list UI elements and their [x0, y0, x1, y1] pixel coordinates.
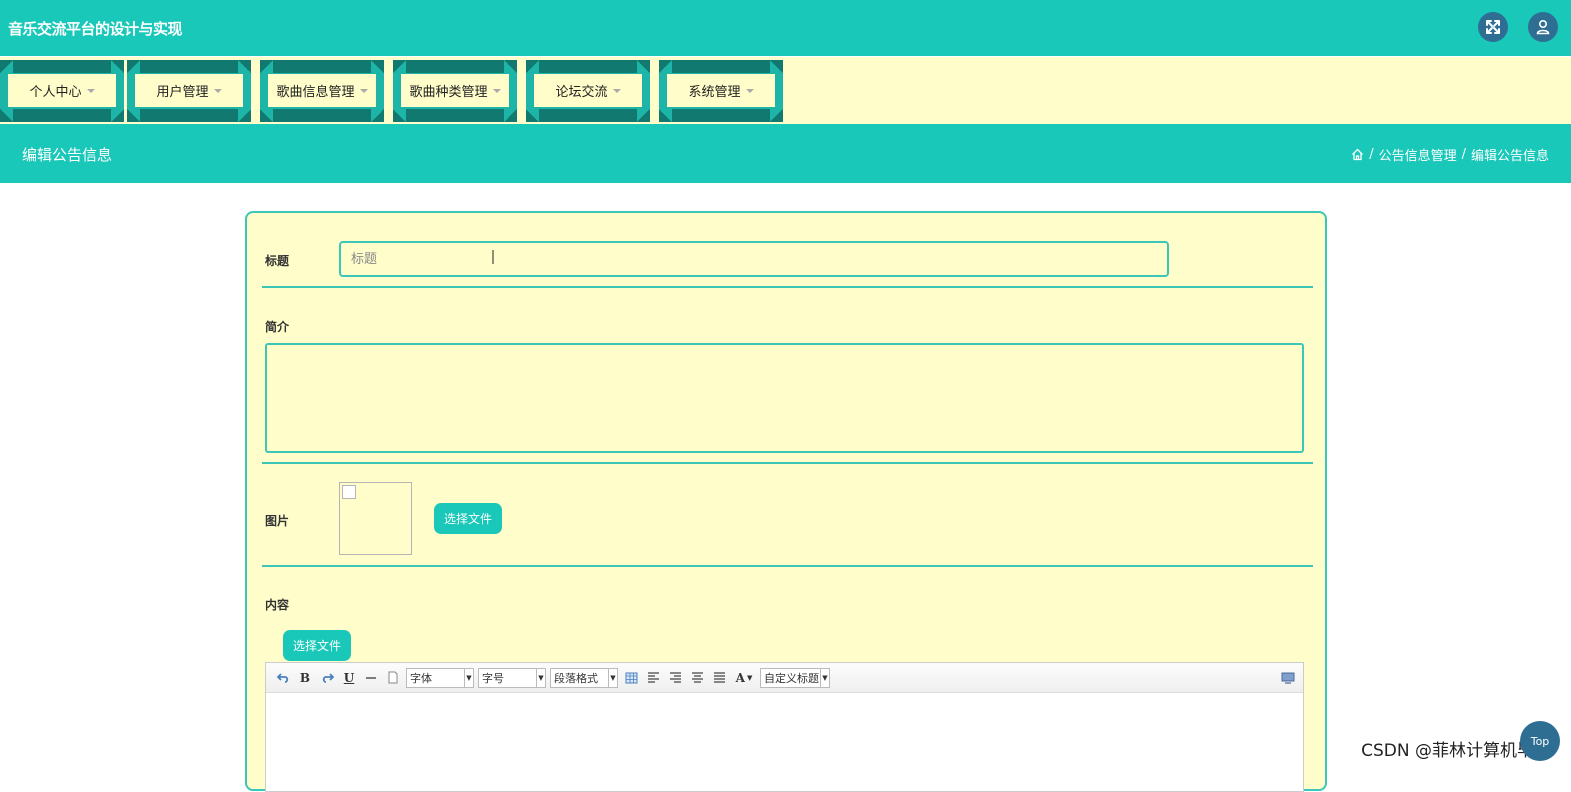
- intro-textarea[interactable]: [265, 343, 1304, 453]
- font-family-select-label: 字体: [410, 671, 432, 685]
- nav-item-forum[interactable]: 论坛交流: [526, 60, 650, 122]
- title-label: 标题: [265, 254, 290, 268]
- paragraph-format-select-label: 段落格式: [554, 671, 598, 685]
- home-icon[interactable]: [1351, 148, 1364, 161]
- caret-down-icon: [612, 88, 621, 93]
- edit-form-card: 标题 简介 图片 选择文件 内容 选择文件 B U: [245, 211, 1327, 792]
- font-color-icon[interactable]: A ▼: [732, 669, 756, 687]
- breadcrumb-separator: /: [1369, 147, 1374, 162]
- align-right-icon[interactable]: [666, 669, 684, 687]
- underline-icon[interactable]: U: [340, 669, 358, 687]
- dropdown-arrow-icon: ▼: [820, 668, 829, 687]
- font-family-select[interactable]: 字体 ▼: [406, 667, 474, 688]
- editor-toolbar: B U 字体 ▼ 字号 ▼ 段落格式 ▼ A ▼ 自定义标题 ▼: [266, 663, 1303, 693]
- app-title: 音乐交流平台的设计与实现: [8, 20, 183, 38]
- breadcrumb: / 公告信息管理 / 编辑公告信息: [1351, 145, 1549, 164]
- dropdown-arrow-icon: ▼: [536, 668, 545, 687]
- bold-icon[interactable]: B: [296, 669, 314, 687]
- nav-label: 用户管理: [156, 85, 209, 100]
- title-input[interactable]: [339, 241, 1169, 277]
- nav-item-song-info-management[interactable]: 歌曲信息管理: [260, 60, 384, 122]
- custom-title-select[interactable]: 自定义标题 ▼: [760, 667, 830, 688]
- nav-item-system-management[interactable]: 系统管理: [659, 60, 783, 122]
- caret-down-icon: [492, 88, 501, 93]
- content-choose-file-button[interactable]: 选择文件: [283, 630, 352, 661]
- table-icon[interactable]: [622, 669, 640, 687]
- top-header: 音乐交流平台的设计与实现: [0, 0, 1571, 56]
- breadcrumb-level1[interactable]: 公告信息管理: [1379, 145, 1457, 164]
- fullscreen-button[interactable]: [1478, 12, 1508, 42]
- text-cursor-icon: [492, 250, 494, 264]
- broken-image-icon: [342, 485, 356, 499]
- paragraph-format-select[interactable]: 段落格式 ▼: [550, 667, 618, 688]
- align-justify-icon[interactable]: [710, 669, 728, 687]
- caret-down-icon: [359, 88, 368, 93]
- image-preview: [339, 482, 412, 555]
- caret-down-icon: [213, 88, 222, 93]
- nav-item-song-category-management[interactable]: 歌曲种类管理: [393, 60, 517, 122]
- redo-icon[interactable]: [318, 669, 336, 687]
- nav-label: 歌曲种类管理: [409, 85, 488, 100]
- page-title: 编辑公告信息: [22, 146, 113, 164]
- breadcrumb-separator: /: [1461, 147, 1466, 162]
- preview-icon[interactable]: [1279, 669, 1297, 687]
- nav-item-user-management[interactable]: 用户管理: [127, 60, 251, 122]
- custom-title-select-label: 自定义标题: [764, 671, 819, 685]
- horizontal-rule-icon[interactable]: [362, 669, 380, 687]
- divider: [262, 462, 1313, 464]
- nav-label: 论坛交流: [555, 85, 608, 100]
- image-choose-file-button[interactable]: 选择文件: [434, 503, 503, 534]
- font-size-select-label: 字号: [482, 671, 504, 685]
- user-icon: [1536, 19, 1550, 35]
- caret-down-icon: [86, 88, 95, 93]
- page-header: 编辑公告信息 / 公告信息管理 / 编辑公告信息: [0, 124, 1571, 183]
- page-icon[interactable]: [384, 669, 402, 687]
- nav-label: 歌曲信息管理: [276, 85, 355, 100]
- align-center-icon[interactable]: [688, 669, 706, 687]
- font-size-select[interactable]: 字号 ▼: [478, 667, 546, 688]
- caret-down-icon: [745, 88, 754, 93]
- divider: [262, 565, 1313, 567]
- expand-icon: [1486, 20, 1500, 34]
- rich-text-editor[interactable]: B U 字体 ▼ 字号 ▼ 段落格式 ▼ A ▼ 自定义标题 ▼: [265, 662, 1304, 792]
- nav-label: 个人中心: [29, 85, 82, 100]
- main-nav: 个人中心 用户管理 歌曲信息管理 歌曲种类管理 论坛交流 系统管理: [0, 57, 1571, 124]
- align-left-icon[interactable]: [644, 669, 662, 687]
- breadcrumb-level2: 编辑公告信息: [1470, 149, 1549, 164]
- undo-icon[interactable]: [274, 669, 292, 687]
- image-label: 图片: [265, 514, 290, 528]
- nav-item-personal-center[interactable]: 个人中心: [0, 60, 124, 122]
- back-to-top-button[interactable]: Top: [1520, 721, 1560, 761]
- user-button[interactable]: [1528, 12, 1558, 42]
- dropdown-arrow-icon: ▼: [464, 668, 473, 687]
- intro-label: 简介: [265, 320, 290, 334]
- divider: [262, 286, 1313, 288]
- nav-label: 系统管理: [688, 85, 741, 100]
- dropdown-arrow-icon: ▼: [608, 668, 617, 687]
- content-label: 内容: [265, 598, 290, 612]
